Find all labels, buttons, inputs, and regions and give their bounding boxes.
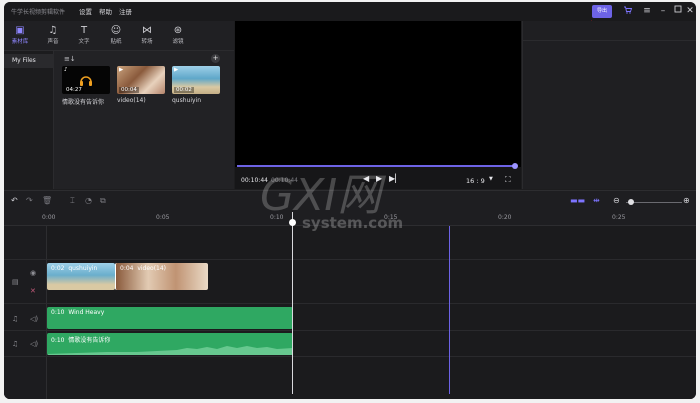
clip-label: 0:10 Wind Heavy xyxy=(51,309,105,316)
tab-label: 素材库 xyxy=(11,39,29,45)
tab-transition[interactable]: ⋈ 转场 xyxy=(134,24,160,45)
video-icon: ▶ xyxy=(174,67,179,73)
filter-icon: ⊛ xyxy=(173,25,183,36)
sort-icon[interactable]: ≡↓ xyxy=(64,55,76,63)
zoom-in-icon[interactable]: ⊕ xyxy=(683,196,690,205)
sidebar-item-my-files[interactable]: My Files xyxy=(4,54,54,68)
video-icon: ▶ xyxy=(119,67,124,73)
app-title: 牛学长视频剪辑软件 xyxy=(11,9,66,16)
text-icon: T xyxy=(80,25,88,36)
zoom-handle[interactable] xyxy=(628,199,634,205)
duration-badge: 00:02 xyxy=(174,87,194,93)
menu-icon[interactable]: ≡ xyxy=(641,5,653,17)
media-tabs: ▣ 素材库 ♫ 声音 T 文字 ☺ 贴纸 ⋈ 转场 ⊛ 滤镜 xyxy=(4,21,234,51)
duration-badge: 04:27 xyxy=(64,87,84,93)
tick-label: 0:20 xyxy=(498,214,512,221)
cart-icon[interactable] xyxy=(622,5,634,17)
tab-audio[interactable]: ♫ 声音 xyxy=(40,24,66,45)
close-icon[interactable]: ✕ xyxy=(684,5,696,17)
svg-text:system.com: system.com xyxy=(302,214,403,232)
tab-media-library[interactable]: ▣ 素材库 xyxy=(7,24,33,45)
tab-filter[interactable]: ⊛ 滤镜 xyxy=(165,24,191,45)
media-sidebar: My Files xyxy=(4,51,54,189)
media-item-video[interactable]: ▶ 00:02 xyxy=(172,66,220,94)
transition-icon: ⋈ xyxy=(142,25,152,36)
audio-clip[interactable]: 0:10 情歌没有告诉你 xyxy=(47,333,293,355)
minimize-icon[interactable]: – xyxy=(657,5,669,17)
zoom-out-icon[interactable]: ⊖ xyxy=(613,196,620,205)
split-icon[interactable]: ⌶ xyxy=(70,196,75,206)
media-item-label: video(14) xyxy=(117,97,146,104)
crop-icon[interactable]: ⧉ xyxy=(100,196,106,206)
media-panel: ≡↓ ♪ 04:27 情歌没有告诉你 ▶ 00:04 video(14) ▶ 0… xyxy=(54,51,234,189)
music-note-icon: ♪ xyxy=(64,67,68,73)
media-item-audio[interactable]: ♪ 04:27 xyxy=(62,66,110,94)
media-item-label: qushuiyin xyxy=(172,97,202,104)
menu-bar: 设置 帮助 注册 xyxy=(79,6,132,16)
video-clip[interactable]: 0:04 video(14) xyxy=(115,263,208,290)
aspect-ratio-select[interactable]: 16 : 9 xyxy=(466,177,485,185)
tab-label: 文字 xyxy=(78,39,90,45)
music-note-icon: ♫ xyxy=(48,25,58,36)
zoom-slider[interactable] xyxy=(626,202,682,203)
clip-label: 0:02 qushuiyin xyxy=(51,265,98,272)
menu-settings[interactable]: 设置 xyxy=(79,6,92,16)
progress-handle[interactable] xyxy=(512,163,518,169)
tick-label: 0:25 xyxy=(612,214,626,221)
editor-window: 牛学长视频剪辑软件 设置 帮助 注册 导出 ≡ – ✕ ▣ 素材库 ♫ 声音 T… xyxy=(4,2,696,399)
tick-label: 0:00 xyxy=(42,214,56,221)
maximize-icon[interactable] xyxy=(672,5,684,17)
properties-panel xyxy=(522,21,696,189)
media-library-icon: ▣ xyxy=(15,25,25,36)
delete-icon[interactable]: 🗑 xyxy=(42,196,52,205)
tab-text[interactable]: T 文字 xyxy=(71,24,97,45)
tick-label: 0:05 xyxy=(156,214,170,221)
tab-label: 贴纸 xyxy=(110,39,122,45)
watermark-logo: GXI网 system.com xyxy=(260,170,403,232)
split-view-icon[interactable]: ⇹ xyxy=(593,196,600,205)
chevron-down-icon[interactable]: ▼ xyxy=(489,176,493,182)
video-clip[interactable]: 0:02 qushuiyin xyxy=(47,263,115,290)
fullscreen-icon[interactable]: ⛶ xyxy=(505,175,511,185)
snap-icon[interactable]: ▬▬ xyxy=(570,196,585,205)
menu-register[interactable]: 注册 xyxy=(119,6,132,16)
tab-label: 滤镜 xyxy=(172,39,184,45)
tab-label: 转场 xyxy=(141,39,153,45)
audio-clip[interactable]: 0:10 Wind Heavy xyxy=(47,307,293,329)
timeline-marker xyxy=(449,226,450,394)
properties-header xyxy=(523,21,696,41)
add-media-icon[interactable]: + xyxy=(211,54,220,63)
headphones-icon xyxy=(80,76,92,86)
tab-sticker[interactable]: ☺ 贴纸 xyxy=(103,24,129,45)
media-item-label: 情歌没有告诉你 xyxy=(62,99,105,106)
media-item-video[interactable]: ▶ 00:04 xyxy=(117,66,165,94)
menu-help[interactable]: 帮助 xyxy=(99,6,112,16)
redo-icon[interactable]: ↷ xyxy=(26,196,33,205)
undo-icon[interactable]: ↶ xyxy=(11,196,18,205)
clip-label: 0:04 video(14) xyxy=(120,265,167,272)
audio-waveform xyxy=(47,346,293,355)
sticker-icon: ☺ xyxy=(110,25,122,36)
tab-label: 声音 xyxy=(47,39,59,45)
speed-icon[interactable]: ◔ xyxy=(85,196,92,205)
duration-badge: 00:04 xyxy=(119,87,139,93)
